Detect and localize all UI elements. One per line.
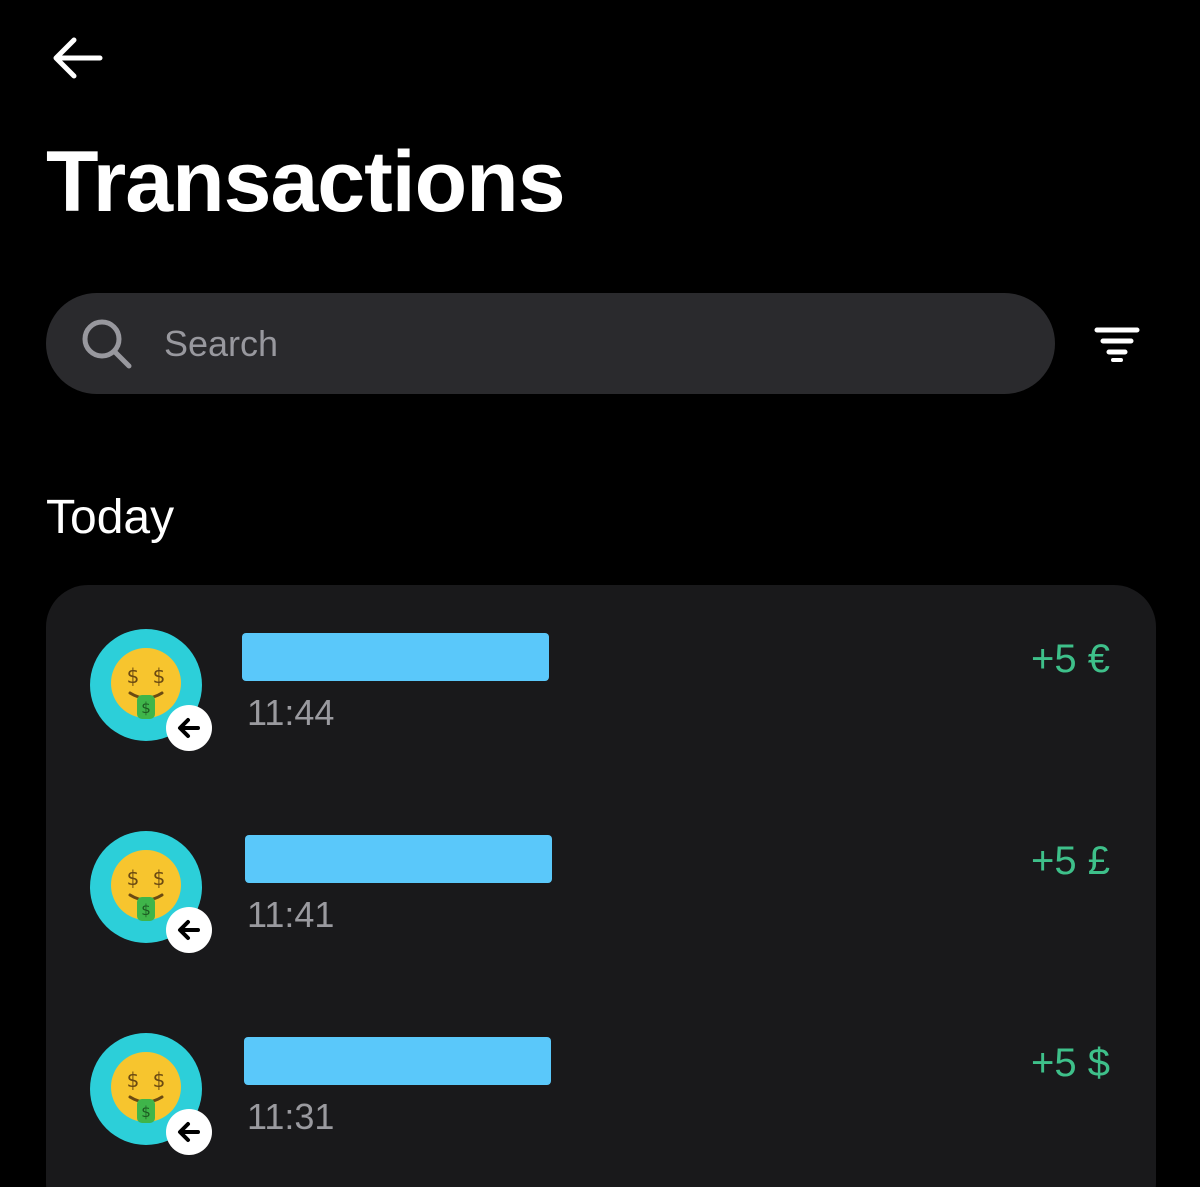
svg-text:$: $ — [141, 1103, 151, 1121]
arrow-left-icon — [53, 37, 103, 79]
transaction-time: 11:41 — [247, 894, 335, 935]
search-icon — [80, 317, 134, 371]
svg-text:$: $ — [141, 699, 151, 717]
transaction-time: 11:31 — [247, 1096, 335, 1137]
avatar: $ $ $ — [90, 629, 212, 751]
redacted-name — [244, 1037, 551, 1085]
filter-button[interactable] — [1090, 320, 1144, 368]
page-title: Transactions — [46, 134, 566, 230]
incoming-arrow-icon — [166, 705, 212, 751]
svg-text:$: $ — [153, 664, 166, 688]
transactions-screen: Transactions Today $ $ — [0, 0, 1200, 1187]
svg-text:$: $ — [153, 866, 166, 890]
transaction-amount: +5 $ — [1031, 1041, 1110, 1085]
redacted-name — [242, 633, 549, 681]
incoming-arrow-icon — [166, 907, 212, 953]
svg-text:$: $ — [127, 664, 140, 688]
svg-text:$: $ — [127, 1068, 140, 1092]
filter-icon — [1094, 327, 1140, 362]
incoming-arrow-icon — [166, 1109, 212, 1155]
svg-text:$: $ — [141, 901, 151, 919]
avatar: $ $ $ — [90, 831, 212, 953]
search-bar[interactable] — [46, 293, 1055, 394]
transactions-list: $ $ $ 11:44 +5 € $ $ $ 11:41 +5 £ $ $ $ … — [46, 585, 1156, 1187]
transaction-row[interactable]: $ $ $ 11:44 +5 € — [46, 585, 1156, 755]
back-button[interactable] — [48, 30, 112, 86]
avatar: $ $ $ — [90, 1033, 212, 1155]
search-input[interactable] — [164, 313, 964, 374]
svg-text:$: $ — [127, 866, 140, 890]
transaction-time: 11:44 — [247, 692, 335, 733]
transaction-row[interactable]: $ $ $ 11:41 +5 £ — [46, 787, 1156, 957]
transaction-amount: +5 £ — [1031, 839, 1110, 883]
svg-text:$: $ — [153, 1068, 166, 1092]
section-header-today: Today — [46, 491, 175, 544]
redacted-name — [245, 835, 552, 883]
transaction-row[interactable]: $ $ $ 11:31 +5 $ — [46, 989, 1156, 1159]
transaction-amount: +5 € — [1031, 637, 1110, 681]
